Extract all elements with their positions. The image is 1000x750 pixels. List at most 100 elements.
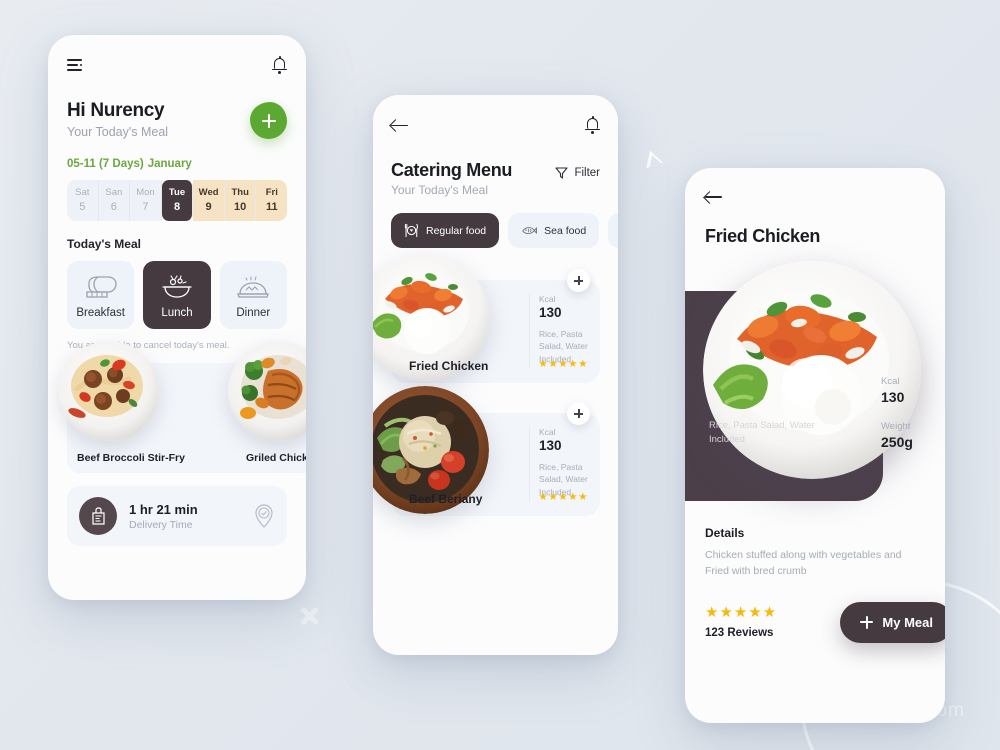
my-meal-label: My Meal — [882, 614, 933, 630]
day-weekday: Wed — [198, 187, 219, 198]
day-weekday: San — [105, 187, 123, 198]
bread-icon — [86, 276, 117, 298]
plus-icon — [860, 615, 874, 629]
grilled-chicken-photo — [228, 341, 306, 441]
my-meal-button[interactable]: My Meal — [840, 601, 945, 643]
detail-stats: Kcal 130 Weight 250g — [881, 376, 943, 450]
page-subtitle: Your Today's Meal — [67, 125, 169, 139]
kcal-value: 130 — [539, 305, 562, 320]
reviews-count: 123 Reviews — [705, 626, 774, 639]
day-number: 10 — [234, 201, 247, 213]
food-image — [59, 341, 159, 441]
greeting-row: Hi Nurency Your Today's Meal — [67, 100, 287, 139]
kcal-label: Kcal — [539, 427, 556, 437]
meal-tab-lunch[interactable]: Lunch — [143, 261, 211, 329]
day-item[interactable]: San 6 — [98, 180, 131, 221]
page-title: Catering Menu — [391, 160, 513, 180]
page-title: Fried Chicken — [705, 226, 821, 246]
card-divider — [529, 294, 530, 369]
day-weekday: Fri — [265, 187, 278, 198]
day-number: 9 — [205, 201, 212, 213]
day-item-selected[interactable]: Tue 8 — [161, 180, 194, 221]
category-label: Regular food — [426, 224, 487, 237]
details-heading: Details — [705, 526, 745, 540]
menu-item-card[interactable]: Kcal 130 Rice, Pasta Salad, Water Includ… — [373, 253, 600, 383]
food-name: Griled Chicken breast — [246, 452, 306, 464]
page-subtitle: Your Today's Meal — [391, 183, 489, 197]
add-meal-button[interactable] — [250, 102, 287, 139]
day-item[interactable]: Mon 7 — [130, 180, 162, 221]
todays-meal-heading: Today's Meal — [67, 237, 141, 251]
weight-value: 250g — [881, 434, 913, 450]
month-text: January — [147, 158, 192, 170]
delivery-time: 1 hr 21 min — [129, 501, 198, 517]
bell-icon[interactable] — [585, 116, 600, 134]
plus-icon — [574, 409, 583, 418]
kcal-label: Kcal — [881, 376, 900, 387]
meal-tab-dinner[interactable]: Dinner — [219, 261, 287, 329]
kcal-label: Kcal — [539, 294, 556, 304]
date-range-text: 05-11 (7 Days) — [67, 158, 144, 170]
day-number: 8 — [173, 201, 181, 213]
kcal-value: 130 — [881, 389, 905, 405]
page-title: Hi Nurency — [67, 100, 165, 121]
date-range-label: 05-11 (7 Days) January — [67, 158, 287, 170]
detail-footer: ★★★★★ 123 Reviews My Meal — [705, 601, 945, 643]
beef-broccoli-photo — [59, 341, 159, 441]
day-number: 5 — [79, 201, 86, 213]
meal-tab-label: Dinner — [236, 307, 271, 319]
decorative-cross — [298, 605, 320, 627]
add-item-button[interactable] — [567, 269, 590, 292]
home-topbar — [67, 56, 287, 74]
category-tabs[interactable]: Regular food Sea food — [391, 213, 618, 248]
food-detail-screen: Fried Chicken Rice, Pasta Salad, Water I… — [685, 168, 945, 723]
home-screen: Hi Nurency Your Today's Meal 05-11 (7 Da… — [48, 35, 306, 600]
day-number: 7 — [142, 201, 149, 213]
dinner-icon — [237, 276, 270, 298]
rating-stars: ★★★★★ — [538, 358, 588, 370]
bell-icon[interactable] — [272, 56, 287, 74]
day-weekday: Sat — [75, 187, 90, 198]
hamburger-icon[interactable] — [67, 59, 85, 72]
bowl-icon — [162, 275, 192, 298]
day-selector[interactable]: Sat 5 San 6 Mon 7 Tue 8 Wed 9 Thu 10 Fri… — [67, 180, 287, 221]
meal-tab-breakfast[interactable]: Breakfast — [67, 261, 135, 329]
fish-icon — [522, 227, 538, 235]
location-pin-icon[interactable] — [253, 503, 275, 529]
day-item[interactable]: Thu 10 — [224, 180, 257, 221]
day-item[interactable]: Wed 9 — [193, 180, 225, 221]
delivery-card: 1 hr 21 min Delivery Time — [67, 486, 287, 546]
food-card-list: Kcal 130 Beef Broccoli Stir-Fry — [59, 341, 306, 473]
back-arrow-icon[interactable] — [705, 190, 723, 204]
food-card[interactable]: Kcal 130 Griled Chicken breast — [228, 341, 306, 473]
meal-tab-label: Breakfast — [76, 307, 125, 319]
detail-image-overlay-text: Rice, Pasta Salad, Water Included — [709, 420, 815, 446]
filter-button[interactable]: Filter — [555, 166, 600, 179]
menu-item-card[interactable]: Kcal 130 Rice, Pasta Salad, Water Includ… — [373, 386, 600, 516]
filter-icon — [555, 167, 568, 179]
day-weekday: Tue — [168, 187, 186, 198]
day-item[interactable]: Fri 11 — [256, 180, 287, 221]
back-arrow-icon[interactable] — [391, 119, 409, 133]
day-weekday: Mon — [136, 187, 155, 198]
decorative-triangle — [646, 150, 665, 172]
kcal-value: 130 — [539, 438, 562, 453]
details-body: Chicken stuffed along with vegetables an… — [705, 549, 902, 578]
category-chip-fast-food[interactable]: Fast f — [608, 213, 618, 248]
category-chip-sea-food[interactable]: Sea food — [508, 213, 600, 248]
menu-item-name: Fried Chicken — [409, 359, 489, 373]
menu-item-name: Beef Beriany — [409, 492, 483, 506]
filter-label: Filter — [574, 166, 600, 179]
day-item[interactable]: Sat 5 — [67, 180, 99, 221]
meal-type-tabs[interactable]: Breakfast Lunch Dinner — [67, 261, 287, 329]
plus-icon — [574, 276, 583, 285]
rating-stars: ★★★★★ — [705, 603, 778, 621]
add-item-button[interactable] — [567, 402, 590, 425]
day-number: 11 — [265, 201, 278, 213]
delivery-label: Delivery Time — [129, 518, 193, 531]
rating-stars: ★★★★★ — [538, 491, 588, 503]
plate-cutlery-icon — [404, 223, 418, 238]
category-label: Sea food — [544, 224, 587, 237]
category-chip-regular-food[interactable]: Regular food — [391, 213, 500, 248]
catering-menu-screen: Catering Menu Your Today's Meal Filter R… — [373, 95, 618, 655]
